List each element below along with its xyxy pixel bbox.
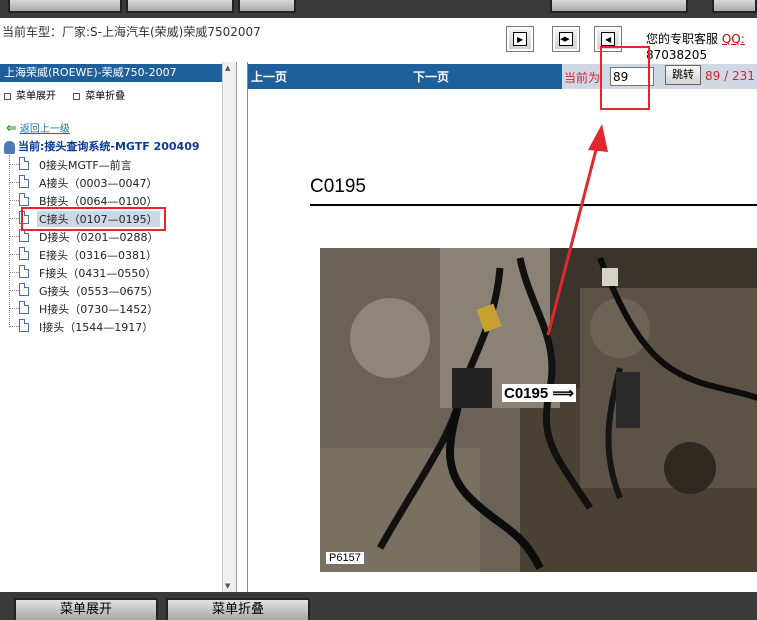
- page-total: 89 / 231: [705, 69, 755, 83]
- connector-photo: C0195 ⟹ P6157: [320, 248, 757, 572]
- collapse-icon: [73, 92, 81, 100]
- callout-arrow-icon: ⟹: [552, 385, 574, 402]
- tree-item-label: H接头（0730—1452）: [39, 303, 159, 316]
- tree-item[interactable]: A接头（0003—0047）: [9, 173, 219, 191]
- service-phone: 87038205: [646, 48, 708, 62]
- document-icon: [19, 283, 29, 296]
- highlight-box-page-number: [600, 46, 650, 110]
- engine-bay-photo: [320, 248, 757, 572]
- vehicle-label: 当前车型：厂家:S-上海汽车(荣威)荣威7502007: [2, 25, 261, 39]
- left-scrollbar[interactable]: ▲ ▼: [222, 62, 236, 592]
- service-contact: 您的专职客服 QQ:: [646, 30, 745, 47]
- menu-ops: 菜单展开 菜单折叠: [4, 87, 139, 102]
- tree-item[interactable]: F接头（0431—0550）: [9, 263, 219, 281]
- jump-button[interactable]: 跳转: [665, 65, 701, 85]
- current-page-label: 当前为: [564, 71, 601, 85]
- document-icon: [19, 301, 29, 314]
- title-rule: [310, 204, 757, 206]
- left-panel-title: 上海荣威(ROEWE)-荣威750-2007: [0, 64, 222, 82]
- tree-item-label: G接头（0553—0675）: [39, 285, 159, 298]
- toolbar-button-1[interactable]: [8, 0, 122, 13]
- tree-item-label: 0接头MGTF—前言: [39, 159, 132, 172]
- menu-expand-label: 菜单展开: [16, 91, 56, 102]
- menu-collapse-link[interactable]: 菜单折叠: [73, 91, 125, 102]
- layout-split-icon: ◀▶: [559, 32, 573, 46]
- page-jump-area: 当前为 跳转 89 / 231: [562, 64, 757, 89]
- database-icon: [4, 140, 15, 154]
- bottom-expand-button[interactable]: 菜单展开: [14, 598, 158, 620]
- next-page-button[interactable]: 下一页: [413, 68, 449, 85]
- document-icon: [19, 193, 29, 206]
- tree-item[interactable]: I接头（1544—1917）: [9, 317, 219, 335]
- page-nav-bar: 上一页 下一页 当前为 跳转 89 / 231: [248, 64, 757, 89]
- document-title: C0195: [310, 176, 366, 197]
- tree-item-label: I接头（1544—1917）: [39, 321, 154, 334]
- tree-item[interactable]: E接头（0316—0381）: [9, 245, 219, 263]
- tree-item-label: A接头（0003—0047）: [39, 177, 158, 190]
- scroll-down-icon[interactable]: ▼: [225, 582, 230, 590]
- tree-item-label: D接头（0201—0288）: [39, 231, 159, 244]
- toolbar-button-4[interactable]: [550, 0, 688, 13]
- document-icon: [19, 319, 29, 332]
- scroll-up-icon[interactable]: ▲: [225, 64, 230, 72]
- top-toolbar: [0, 0, 757, 18]
- layout-split-button[interactable]: ◀▶: [552, 26, 580, 52]
- layout-right-icon: ◀: [601, 32, 615, 46]
- annotation-arrow-icon: [546, 124, 608, 336]
- document-icon: [19, 157, 29, 170]
- toolbar-button-5[interactable]: [712, 0, 757, 13]
- tree-item-label: F接头（0431—0550）: [39, 267, 157, 280]
- document-icon: [19, 175, 29, 188]
- expand-icon: [4, 92, 11, 100]
- menu-expand-link[interactable]: 菜单展开: [4, 91, 56, 102]
- document-panel: 上一页 下一页 当前为 跳转 89 / 231 C0195: [247, 62, 757, 592]
- document-icon: [19, 265, 29, 278]
- service-label: 您的专职客服: [646, 32, 719, 46]
- current-node-label: 当前:接头查询系统-MGTF 200409: [18, 140, 200, 153]
- tree-item[interactable]: 0接头MGTF—前言: [9, 155, 219, 173]
- qq-link[interactable]: QQ:: [722, 32, 745, 46]
- bottom-toolbar: 菜单展开 菜单折叠: [0, 592, 757, 620]
- current-node[interactable]: 当前:接头查询系统-MGTF 200409: [4, 138, 200, 154]
- back-link[interactable]: ⇐ 返回上一级: [6, 120, 70, 136]
- tree-item[interactable]: H接头（0730—1452）: [9, 299, 219, 317]
- left-panel: 上海荣威(ROEWE)-荣威750-2007 菜单展开 菜单折叠 ⇐ 返回上一级 …: [0, 62, 237, 592]
- back-arrow-icon: ⇐: [6, 121, 17, 136]
- photo-reference: P6157: [326, 552, 364, 564]
- bottom-collapse-button[interactable]: 菜单折叠: [166, 598, 310, 620]
- photo-callout-text: C0195: [504, 385, 549, 402]
- prev-page-button[interactable]: 上一页: [251, 68, 287, 85]
- layout-left-icon: ▶: [513, 32, 527, 46]
- toolbar-button-3[interactable]: [238, 0, 296, 13]
- tree-item-label: E接头（0316—0381）: [39, 249, 157, 262]
- menu-collapse-label: 菜单折叠: [85, 91, 126, 102]
- photo-callout: C0195 ⟹: [502, 384, 576, 402]
- back-label: 返回上一级: [19, 124, 70, 135]
- toolbar-button-2[interactable]: [126, 0, 234, 13]
- tree-item[interactable]: G接头（0553—0675）: [9, 281, 219, 299]
- document-icon: [19, 247, 29, 260]
- layout-left-button[interactable]: ▶: [506, 26, 534, 52]
- highlight-box-selected-item: [21, 207, 166, 231]
